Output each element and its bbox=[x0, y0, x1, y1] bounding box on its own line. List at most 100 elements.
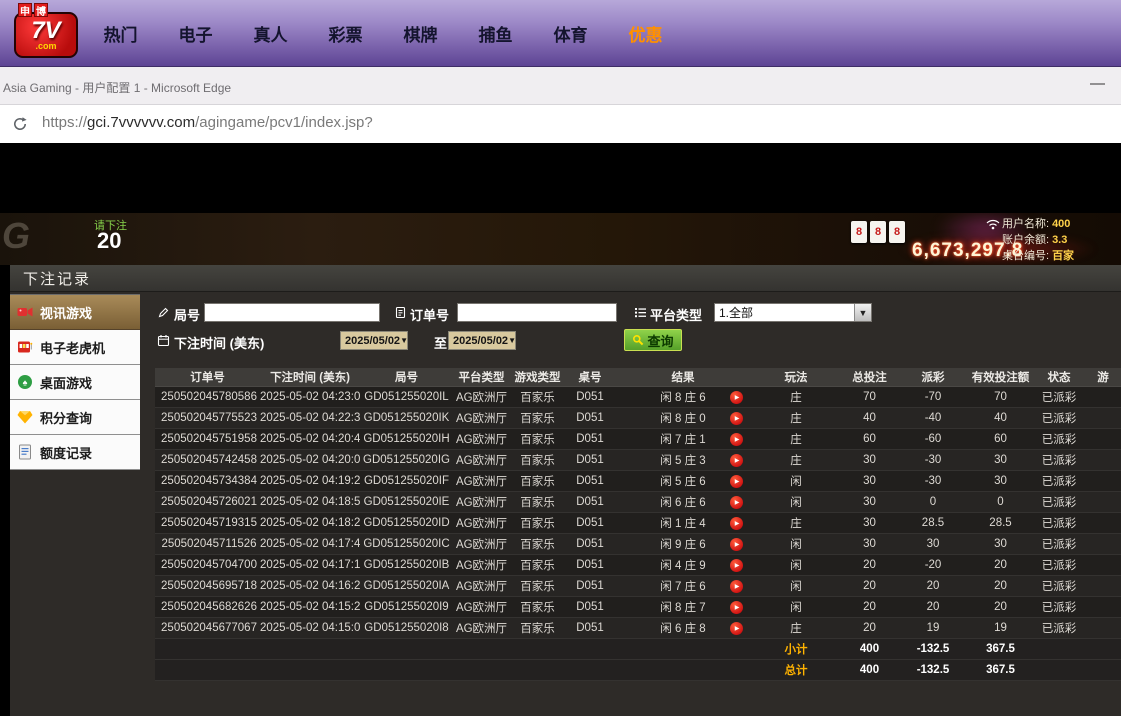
table-cell bbox=[1085, 428, 1121, 449]
result-text: 闲 5 庄 3 bbox=[660, 455, 705, 467]
order-number-input[interactable] bbox=[457, 303, 617, 322]
reload-icon[interactable] bbox=[12, 116, 28, 132]
table-cell: 百家乐 bbox=[510, 575, 565, 596]
magnifier-icon bbox=[632, 334, 644, 346]
play-video-button[interactable]: ▶ bbox=[730, 580, 743, 593]
table-cell bbox=[1033, 638, 1085, 659]
round-number-input[interactable] bbox=[204, 303, 380, 322]
nav-item-chess[interactable]: 棋牌 bbox=[383, 21, 458, 46]
table-cell: 250502045711526 bbox=[155, 533, 260, 554]
sidebar-item-label: 积分查询 bbox=[40, 408, 92, 427]
table-cell: GD051255020IF bbox=[360, 470, 453, 491]
sidebar-item-table-games[interactable]: ♠桌面游戏 bbox=[10, 365, 140, 400]
sidebar-item-slots[interactable]: 电子老虎机 bbox=[10, 330, 140, 365]
sidebar-item-points-query[interactable]: 积分查询 bbox=[10, 400, 140, 435]
browser-title-bar: Asia Gaming - 用户配置 1 - Microsoft Edge — bbox=[0, 67, 1121, 105]
table-cell: 250502045677067 bbox=[155, 617, 260, 638]
table-cell: 30 bbox=[841, 512, 898, 533]
table-cell: 已派彩 bbox=[1033, 491, 1085, 512]
nav-item-promo[interactable]: 优惠 bbox=[608, 21, 683, 46]
table-cell: 2025-05-02 04:15:29 bbox=[260, 596, 360, 617]
platform-type-label: 平台类型 bbox=[650, 305, 702, 324]
table-cell-result: 闲 7 庄 1 ▶ bbox=[615, 428, 751, 449]
table-cell: -30 bbox=[898, 449, 968, 470]
play-video-button[interactable]: ▶ bbox=[730, 517, 743, 530]
play-video-button[interactable]: ▶ bbox=[730, 433, 743, 446]
table-cell: 30 bbox=[968, 449, 1033, 470]
table-cell: AG欧洲厅 bbox=[453, 554, 510, 575]
table-cell: 百家乐 bbox=[510, 533, 565, 554]
nav-item-sports[interactable]: 体育 bbox=[533, 21, 608, 46]
sidebar-item-video-games[interactable]: 视讯游戏 bbox=[10, 295, 140, 330]
date-to-select[interactable]: 2025/05/02 ▼ bbox=[448, 331, 516, 350]
table-cell: 0 bbox=[898, 491, 968, 512]
play-video-button[interactable]: ▶ bbox=[730, 601, 743, 614]
column-header: 结果 bbox=[615, 368, 751, 386]
result-text: 闲 7 庄 1 bbox=[660, 434, 705, 446]
play-video-button[interactable]: ▶ bbox=[730, 412, 743, 425]
minimize-button[interactable]: — bbox=[1090, 75, 1105, 92]
table-cell: GD051255020I9 bbox=[360, 596, 453, 617]
table-cell bbox=[155, 638, 260, 659]
result-text: 闲 6 庄 6 bbox=[660, 497, 705, 509]
order-number-label: 订单号 bbox=[410, 305, 449, 324]
table-cell: 已派彩 bbox=[1033, 470, 1085, 491]
play-video-button[interactable]: ▶ bbox=[730, 454, 743, 467]
play-video-button[interactable]: ▶ bbox=[730, 622, 743, 635]
sidebar-item-quota-records[interactable]: 额度记录 bbox=[10, 435, 140, 470]
search-button[interactable]: 查询 bbox=[624, 329, 682, 351]
table-cell: 20 bbox=[841, 554, 898, 575]
table-cell bbox=[1085, 638, 1121, 659]
table-cell: 百家乐 bbox=[510, 512, 565, 533]
table-cell: AG欧洲厅 bbox=[453, 533, 510, 554]
info-label: 桌台编号: bbox=[1002, 250, 1049, 262]
table-cell: D051 bbox=[565, 575, 615, 596]
table-row: 2505020456826262025-05-02 04:15:29GD0512… bbox=[155, 596, 1121, 617]
play-video-button[interactable]: ▶ bbox=[730, 559, 743, 572]
table-cell: 闲 bbox=[751, 491, 841, 512]
order-number-icon bbox=[394, 306, 407, 319]
nav-item-electronic[interactable]: 电子 bbox=[158, 21, 233, 46]
date-from-value: 2025/05/02 bbox=[345, 335, 400, 347]
nav-item-hot[interactable]: 热门 bbox=[83, 21, 158, 46]
table-cell: 已派彩 bbox=[1033, 428, 1085, 449]
table-cell bbox=[1085, 512, 1121, 533]
table-cell: 250502045719315 bbox=[155, 512, 260, 533]
table-cell: 庄 bbox=[751, 449, 841, 470]
platform-type-select[interactable]: 1.全部 ▼ bbox=[714, 303, 872, 322]
table-cell: 2025-05-02 04:16:29 bbox=[260, 575, 360, 596]
sidebar-item-label: 视讯游戏 bbox=[40, 303, 92, 322]
play-video-button[interactable]: ▶ bbox=[730, 391, 743, 404]
site-logo[interactable]: 申 博 7V .com bbox=[14, 3, 84, 65]
table-cell: 20 bbox=[898, 596, 968, 617]
table-cell: 250502045682626 bbox=[155, 596, 260, 617]
play-video-button[interactable]: ▶ bbox=[730, 538, 743, 551]
table-cell bbox=[510, 638, 565, 659]
date-from-select[interactable]: 2025/05/02 ▼ bbox=[340, 331, 408, 350]
table-cell: 30 bbox=[898, 533, 968, 554]
table-cell: 20 bbox=[898, 575, 968, 596]
play-video-button[interactable]: ▶ bbox=[730, 496, 743, 509]
table-cell: 已派彩 bbox=[1033, 407, 1085, 428]
table-cell bbox=[615, 638, 751, 659]
table-cell: 庄 bbox=[751, 428, 841, 449]
column-header: 游 bbox=[1085, 368, 1121, 386]
nav-item-live[interactable]: 真人 bbox=[233, 21, 308, 46]
table-cell: -132.5 bbox=[898, 638, 968, 659]
table-cell: 250502045751958 bbox=[155, 428, 260, 449]
table-cell: -132.5 bbox=[898, 659, 968, 680]
nav-item-lottery[interactable]: 彩票 bbox=[308, 21, 383, 46]
table-cell bbox=[360, 638, 453, 659]
table-cell: D051 bbox=[565, 470, 615, 491]
table-cell bbox=[1033, 659, 1085, 680]
address-url[interactable]: https://gci.7vvvvvv.com/agingame/pcv1/in… bbox=[42, 114, 373, 131]
table-cell: 30 bbox=[841, 533, 898, 554]
column-header: 桌号 bbox=[565, 368, 615, 386]
table-cell bbox=[1085, 449, 1121, 470]
table-cell: 闲 bbox=[751, 554, 841, 575]
playing-card: 8 bbox=[870, 221, 886, 243]
table-cell bbox=[1085, 575, 1121, 596]
table-cell: 250502045780586 bbox=[155, 386, 260, 407]
nav-item-fishing[interactable]: 捕鱼 bbox=[458, 21, 533, 46]
play-video-button[interactable]: ▶ bbox=[730, 475, 743, 488]
